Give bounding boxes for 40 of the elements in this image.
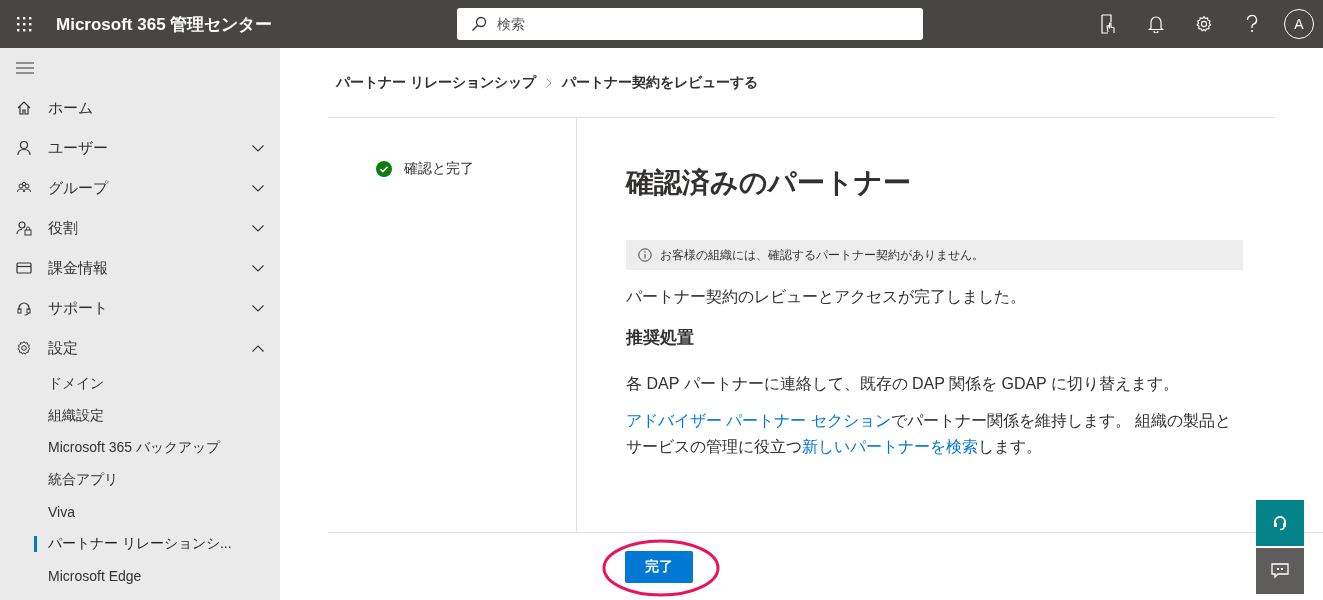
link[interactable]: アドバイザー パートナー セクション	[626, 412, 891, 430]
section-heading: 推奨処置	[626, 326, 695, 349]
description-paragraph: アドバイザー パートナー セクションでパートナー関係を維持します。 組織の製品とサービスの管理に役立つ新しいパートナーを検索 します。	[626, 411, 1233, 457]
card-icon	[16, 260, 32, 276]
app-title: Microsoft 365 管理センター	[56, 13, 273, 36]
nav-subitem[interactable]: 統合アプリ	[0, 464, 280, 496]
info-text: お客様の組織には、確認するパートナー契約がありません。	[660, 246, 984, 264]
headset-icon	[16, 300, 32, 316]
instruction-text: 各 DAP パートナーに連絡して、既存の DAP 関係を GDAP に切り替えます。	[626, 373, 1180, 394]
link[interactable]: 新しいパートナーを検索	[802, 437, 978, 455]
home-icon	[16, 100, 32, 116]
chevron-icon	[545, 77, 552, 88]
headset-icon[interactable]	[1256, 500, 1304, 546]
nav-item[interactable]: 役割	[0, 208, 280, 248]
step-label: 確認と完了	[404, 160, 474, 178]
nav-subitem[interactable]: Microsoft 365 バックアップ	[0, 432, 280, 464]
nav-item[interactable]: ホーム	[0, 88, 280, 128]
settings-icon	[16, 340, 32, 356]
done-button[interactable]: 完了	[625, 551, 693, 583]
nav-subitem[interactable]: ドメイン	[0, 368, 280, 400]
nav-subitem[interactable]: パートナー リレーションシ...	[0, 528, 280, 560]
nav-item[interactable]: 設定	[0, 328, 280, 368]
person-icon	[16, 140, 32, 156]
info-icon	[638, 248, 652, 262]
chat-icon[interactable]	[1256, 548, 1304, 594]
nav-item[interactable]: グループ	[0, 168, 280, 208]
nav-item[interactable]: 課金情報	[0, 248, 280, 288]
panel-title: 確認済みのパートナー	[626, 166, 912, 200]
nav-item[interactable]: サポート	[0, 288, 280, 328]
nav-item[interactable]: ユーザー	[0, 128, 280, 168]
person-lock-icon	[16, 220, 32, 236]
status-text: パートナー契約のレビューとアクセスが完了しました。	[626, 287, 1027, 307]
nav-subitem[interactable]: Microsoft Edge	[0, 560, 280, 592]
breadcrumb-current: パートナー契約をレビューする	[561, 73, 758, 92]
app-launcher-icon[interactable]	[16, 16, 32, 32]
menu-icon[interactable]	[16, 62, 34, 74]
nav-subitem[interactable]: Viva	[0, 496, 280, 528]
search-field[interactable]: 検索	[457, 8, 924, 40]
breadcrumb-link[interactable]: パートナー リレーションシップ	[336, 73, 536, 92]
nav-subitem[interactable]: 組織設定	[0, 400, 280, 432]
